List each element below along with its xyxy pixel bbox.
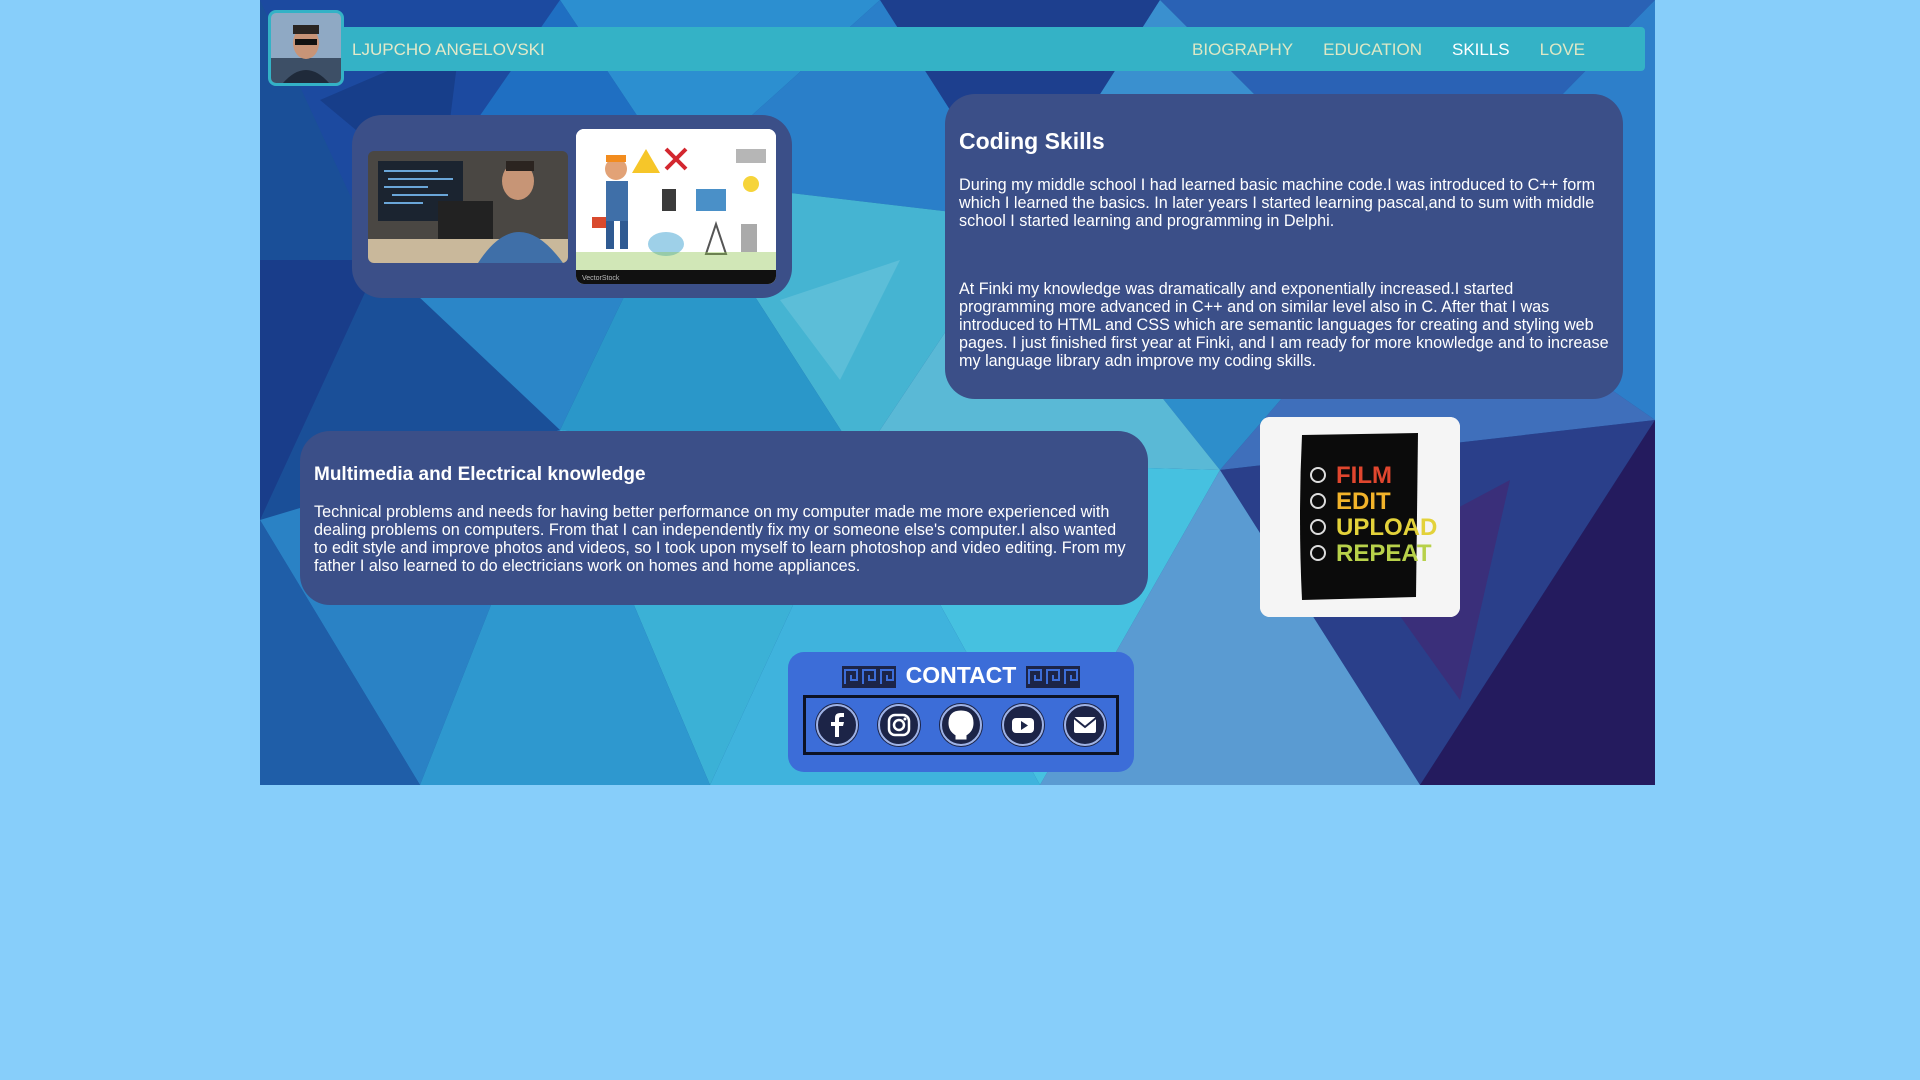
nav-biography[interactable]: BIOGRAPHY <box>1192 40 1293 60</box>
programmer-photo <box>368 151 568 263</box>
facebook-icon[interactable] <box>815 703 859 747</box>
youtube-icon[interactable] <box>1001 703 1045 747</box>
coding-skills-title: Coding Skills <box>959 128 1105 154</box>
coding-paragraph-2: At Finki my knowledge was dramatically a… <box>959 280 1609 370</box>
multimedia-title: Multimedia and Electrical knowledge <box>314 464 646 485</box>
social-icons-row <box>803 695 1119 755</box>
coding-skills-card: Coding Skills During my middle school I … <box>945 94 1623 399</box>
avatar[interactable] <box>268 10 344 86</box>
page-frame: LJUPCHO ANGELOVSKI BIOGRAPHY EDUCATION S… <box>260 0 1655 785</box>
contact-title: CONTACT <box>905 662 1017 688</box>
greek-meander-right <box>1026 665 1081 688</box>
site-brand[interactable]: LJUPCHO ANGELOVSKI <box>352 40 545 60</box>
poster-word-edit: EDIT <box>1336 488 1391 515</box>
contact-heading: CONTACT <box>788 662 1134 689</box>
poster-word-film: FILM <box>1336 462 1392 489</box>
contact-box: CONTACT <box>788 652 1134 772</box>
github-icon[interactable] <box>939 703 983 747</box>
skills-image-card: VectorStock <box>352 115 792 298</box>
vectorstock-watermark: VectorStock <box>582 275 620 282</box>
instagram-icon[interactable] <box>877 703 921 747</box>
multimedia-paragraph: Technical problems and needs for having … <box>314 503 1126 575</box>
multimedia-card: Multimedia and Electrical knowledge Tech… <box>300 431 1148 605</box>
electrician-illustration: VectorStock <box>576 129 776 284</box>
film-edit-poster: FILM EDIT UPLOAD REPEAT <box>1260 417 1460 617</box>
mail-icon[interactable] <box>1063 703 1107 747</box>
main-menu: BIOGRAPHY EDUCATION SKILLS LOVE <box>1192 40 1585 60</box>
nav-love[interactable]: LOVE <box>1540 40 1585 60</box>
poster-word-upload: UPLOAD <box>1336 514 1437 541</box>
greek-meander-left <box>841 665 896 688</box>
poster-word-repeat: REPEAT <box>1336 540 1432 567</box>
coding-paragraph-1: During my middle school I had learned ba… <box>959 176 1596 230</box>
nav-education[interactable]: EDUCATION <box>1323 40 1422 60</box>
nav-skills[interactable]: SKILLS <box>1452 40 1510 60</box>
